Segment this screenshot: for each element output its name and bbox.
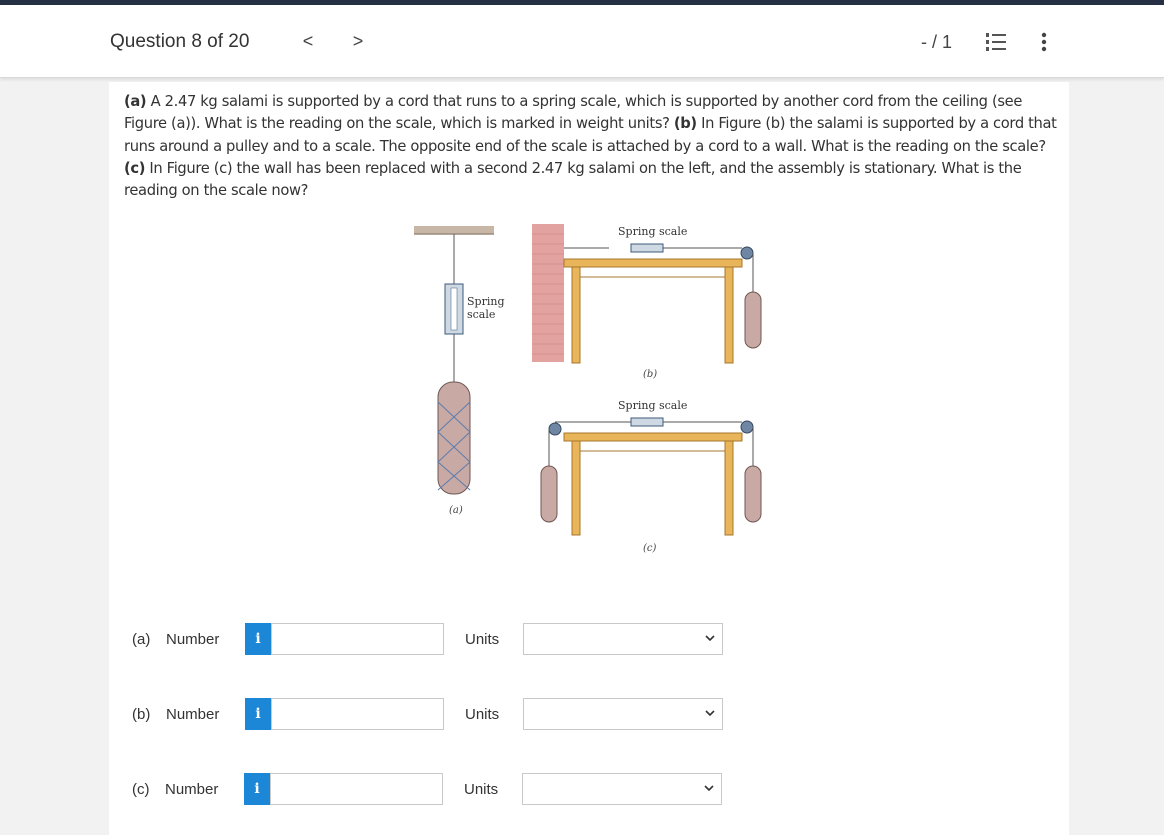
list-icon[interactable] (985, 31, 1007, 53)
figure-a: Spring scale (a) (414, 226, 504, 516)
caption-b: (b) (643, 369, 657, 380)
prompt-part-a-label: (a) (124, 93, 147, 110)
number-label: Number (165, 781, 219, 798)
prompt-part-b-label: (b) (673, 115, 697, 133)
pulley-c-left (548, 422, 562, 436)
figure-c: Spring scale (c) (540, 399, 762, 554)
number-input-c[interactable] (270, 773, 443, 805)
answer-part-label: (c) (132, 781, 150, 798)
salami-a (437, 381, 471, 495)
chevron-down-icon (705, 635, 715, 642)
prompt-part-c-text: In Figure (c) the wall has been replaced… (124, 159, 1022, 200)
spring-label-c: Spring scale (618, 399, 687, 412)
number-label: Number (166, 631, 220, 648)
units-label: Units (465, 631, 500, 648)
physics-figure: Spring scale (a) Spring scale (b) Spring… (414, 224, 762, 554)
spring-label-a-1: Spring (467, 295, 504, 308)
prompt-part-c-label: (c) (124, 159, 146, 177)
ceiling (414, 226, 494, 234)
prev-question-button[interactable]: < (296, 29, 320, 53)
units-select-b[interactable] (523, 698, 723, 730)
more-vertical-icon[interactable] (1034, 31, 1054, 53)
answer-row-a: (a) Number i Units (109, 623, 1069, 657)
chevron-down-icon (705, 710, 715, 717)
question-card: (a) A 2.47 kg salami is supported by a c… (109, 82, 1069, 835)
info-button[interactable]: i (245, 698, 271, 730)
number-label: Number (166, 706, 220, 723)
number-input-b[interactable] (271, 698, 444, 730)
salami-b (744, 291, 762, 349)
salami-c-right (744, 465, 762, 523)
info-button[interactable]: i (245, 623, 271, 655)
question-title: Question 8 of 20 (110, 31, 250, 52)
pulley-b (740, 246, 754, 260)
table-b-top (563, 258, 743, 268)
pulley-c-right (740, 420, 754, 434)
units-select-a[interactable] (523, 623, 723, 655)
spring-label-a-2: scale (467, 308, 495, 321)
spring-scale-b (630, 243, 664, 253)
table-c-top (563, 432, 743, 442)
spring-scale-c (630, 417, 664, 427)
units-label: Units (465, 706, 500, 723)
caption-a: (a) (449, 505, 463, 516)
score-label: - / 1 (921, 32, 953, 52)
units-select-c[interactable] (522, 773, 722, 805)
chevron-down-icon (704, 785, 714, 792)
salami-c-left (540, 465, 558, 523)
header-bar: Question 8 of 20 < > - / 1 (0, 5, 1164, 78)
answer-row-b: (b) Number i Units (109, 698, 1069, 732)
answer-part-label: (a) (132, 631, 151, 648)
answer-part-label: (b) (132, 706, 151, 723)
info-button[interactable]: i (244, 773, 270, 805)
answer-row-c: (c) Number i Units (109, 773, 1069, 807)
brick-wall (532, 224, 564, 362)
spring-label-b: Spring scale (618, 225, 687, 238)
question-prompt: (a) A 2.47 kg salami is supported by a c… (124, 91, 1059, 202)
caption-c: (c) (643, 543, 657, 554)
next-question-button[interactable]: > (346, 29, 370, 53)
number-input-a[interactable] (271, 623, 444, 655)
figure-b: Spring scale (b) (532, 224, 762, 380)
units-label: Units (464, 781, 499, 798)
